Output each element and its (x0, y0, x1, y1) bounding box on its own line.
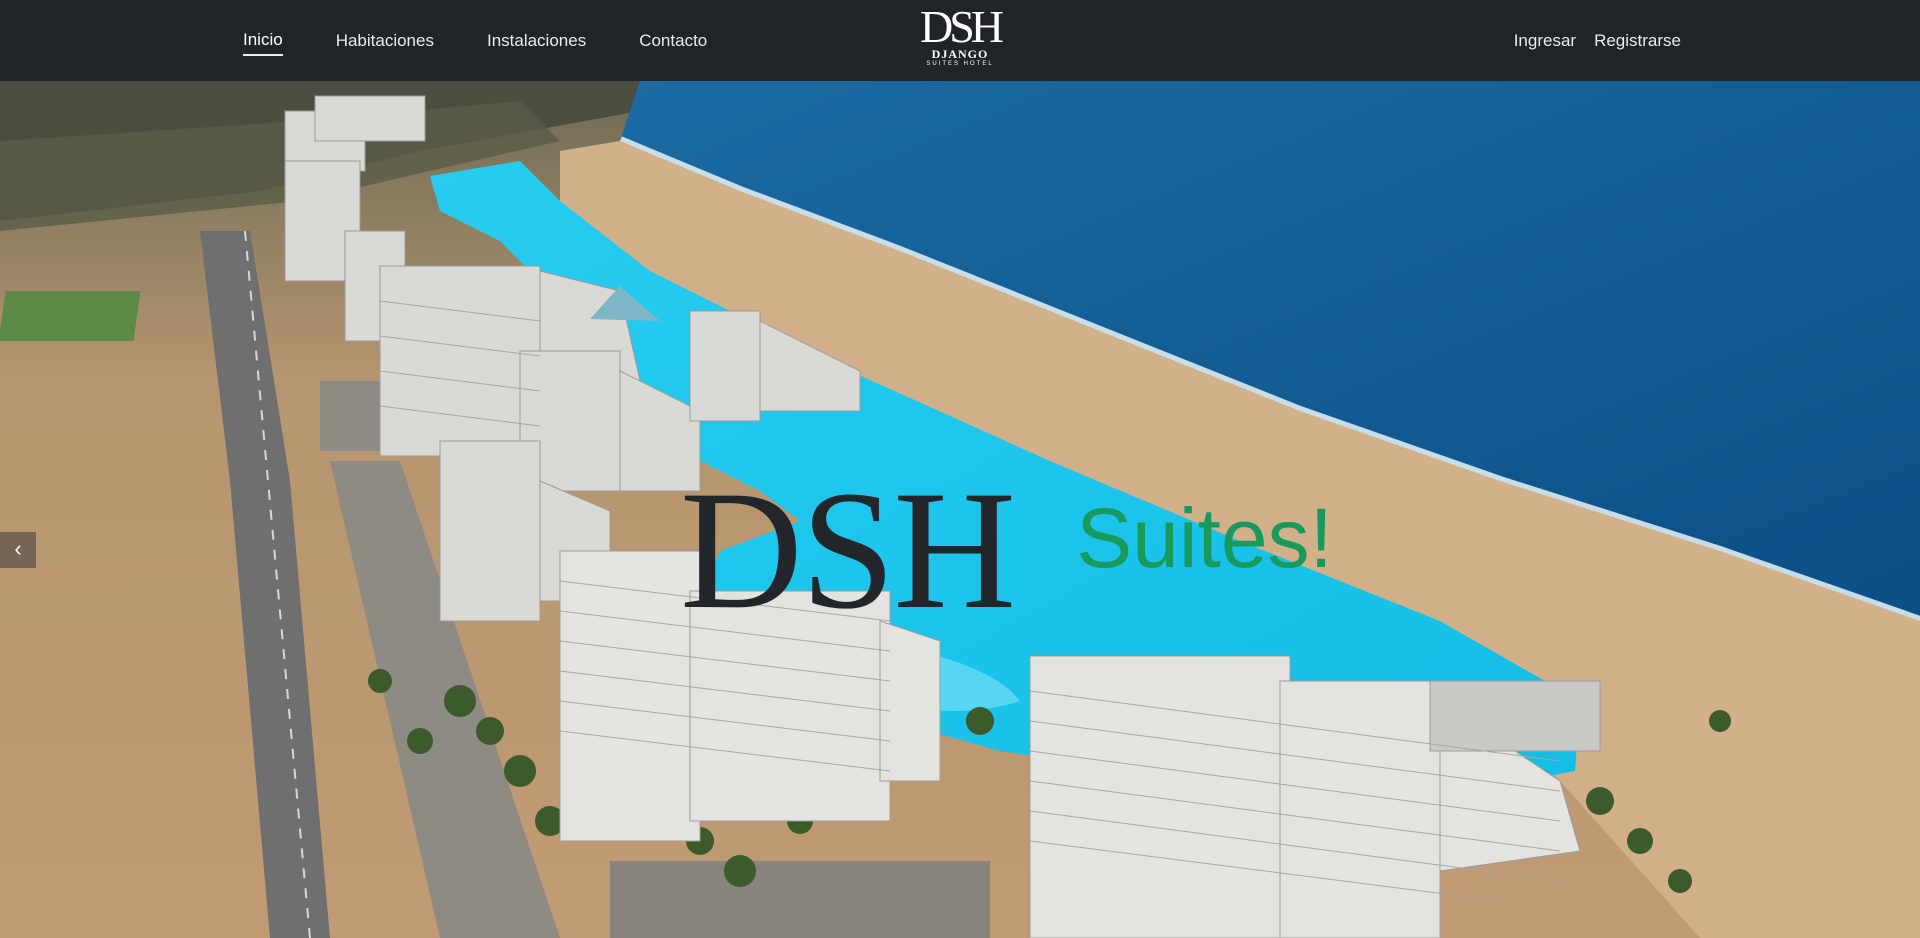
nav-link-contacto[interactable]: Contacto (639, 27, 707, 55)
hero-title-main: DSH (680, 456, 1016, 644)
nav-link-habitaciones[interactable]: Habitaciones (336, 27, 434, 55)
main-nav: Inicio Habitaciones Instalaciones Contac… (243, 0, 760, 81)
brand-logo-line2: SUITES HOTEL (926, 61, 994, 67)
chevron-left-icon: ‹ (14, 536, 22, 561)
hero-banner: ‹ DSH Suites! (0, 81, 1920, 938)
carousel-prev-button[interactable]: ‹ (0, 532, 36, 568)
nav-link-instalaciones[interactable]: Instalaciones (487, 27, 586, 55)
brand-logo[interactable]: DSH DJANGO SUITES HOTEL (907, 4, 1013, 76)
nav-link-inicio[interactable]: Inicio (243, 26, 283, 56)
register-link[interactable]: Registrarse (1594, 27, 1681, 55)
account-nav: Ingresar Registrarse (1514, 0, 1681, 81)
top-navbar: Inicio Habitaciones Instalaciones Contac… (0, 0, 1920, 81)
login-link[interactable]: Ingresar (1514, 27, 1576, 55)
hero-title: DSH Suites! (680, 465, 1333, 635)
brand-logo-mark: DSH (919, 1, 1004, 52)
hero-title-subtitle: Suites! (1076, 491, 1333, 585)
